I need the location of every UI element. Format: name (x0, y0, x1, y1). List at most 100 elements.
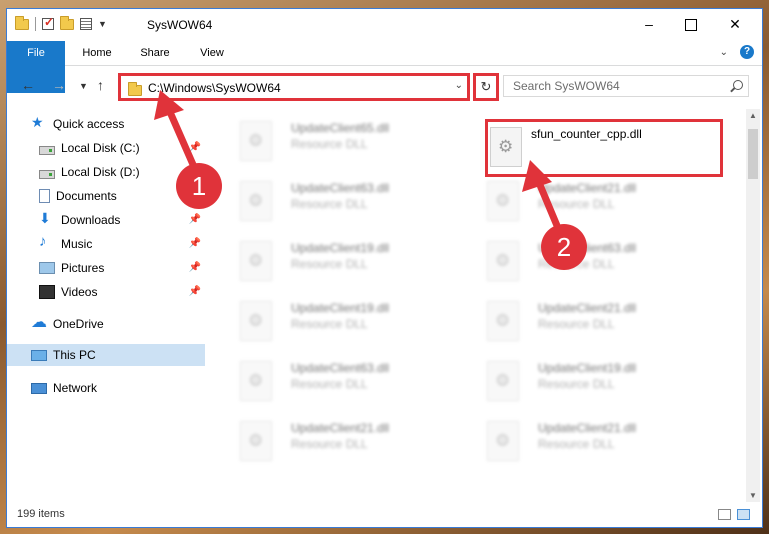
new-folder-icon[interactable] (60, 15, 74, 30)
file-type: Resource DLL (291, 377, 368, 391)
file-type: Resource DLL (538, 317, 615, 331)
address-path: C:\Windows\SysWOW64 (148, 81, 281, 95)
sidebar-item-pictures[interactable]: Pictures 📌 (39, 257, 205, 279)
dll-file-icon (487, 361, 519, 401)
search-icon (733, 80, 743, 90)
callout-badge-1: 1 (176, 163, 222, 209)
chevron-down-icon[interactable]: ▼ (98, 19, 107, 29)
tab-share[interactable]: Share (129, 41, 181, 65)
navigation-pane: Quick access Local Disk (C:) 📌 Local Dis… (7, 109, 207, 395)
file-name: UpdateClient65.dll (291, 121, 390, 135)
pictures-icon (39, 262, 55, 274)
disk-icon (39, 145, 55, 155)
file-type: Resource DLL (538, 377, 615, 391)
address-dropdown-chevron-icon[interactable]: ⌄ (455, 80, 463, 91)
pin-icon[interactable]: 📌 (189, 286, 201, 297)
pin-icon[interactable]: 📌 (189, 214, 201, 225)
sidebar-item-music[interactable]: Music 📌 (39, 233, 205, 255)
up-arrow-icon[interactable]: ↑ (97, 77, 104, 93)
file-type: Resource DLL (538, 437, 615, 451)
file-name: UpdateClient21.dll (538, 421, 637, 435)
file-item[interactable]: UpdateClient63.dll Resource DLL (225, 353, 455, 405)
dll-file-icon (490, 127, 522, 167)
sidebar-item-label: This PC (53, 348, 96, 362)
search-input[interactable]: Search SysWOW64 (503, 75, 749, 97)
file-item[interactable]: UpdateClient19.dll Resource DLL (472, 353, 702, 405)
file-type: Resource DLL (291, 257, 368, 271)
file-item[interactable]: UpdateClient21.dll Resource DLL (225, 413, 455, 465)
file-item[interactable]: UpdateClient63.dll Resource DLL (225, 173, 455, 225)
file-item[interactable]: UpdateClient19.dll Resource DLL (225, 293, 455, 345)
tab-home[interactable]: Home (73, 41, 121, 65)
back-arrow-icon[interactable]: ← (21, 77, 35, 93)
scroll-down-icon[interactable]: ▼ (749, 491, 757, 500)
dll-file-icon (240, 421, 272, 461)
forward-arrow-icon[interactable]: → (52, 77, 66, 93)
sidebar-item-label: Videos (61, 285, 98, 299)
sidebar-item-label: Downloads (61, 213, 121, 227)
maximize-icon (685, 19, 697, 32)
file-name: sfun_counter_cpp.dll (531, 127, 642, 141)
folder-icon[interactable] (15, 15, 29, 30)
ribbon-tabs: File Home Share View ⌄ ? (7, 41, 762, 93)
dll-file-icon (487, 421, 519, 461)
sidebar-item-label: Local Disk (C:) (61, 141, 140, 155)
pin-icon[interactable]: 📌 (189, 142, 201, 153)
large-icons-view-icon[interactable] (737, 509, 750, 520)
sidebar-item-downloads[interactable]: Downloads 📌 (39, 209, 205, 231)
sidebar-item-label: Network (53, 381, 98, 395)
item-count: 199 items (17, 508, 65, 520)
videos-icon (39, 285, 55, 299)
vertical-scrollbar[interactable]: ▲ ▼ (746, 109, 760, 502)
address-bar[interactable]: C:\Windows\SysWOW64 ⌄ (118, 73, 470, 101)
pin-icon[interactable]: 📌 (189, 238, 201, 249)
file-item[interactable]: UpdateClient21.dll Resource DLL (472, 413, 702, 465)
tab-view[interactable]: View (189, 41, 235, 65)
minimize-button[interactable]: – (626, 9, 672, 39)
dll-file-icon (240, 361, 272, 401)
file-item[interactable]: UpdateClient21.dll Resource DLL (472, 293, 702, 345)
close-button[interactable]: ✕ (712, 9, 758, 39)
highlighted-dll-file[interactable]: sfun_counter_cpp.dll (485, 119, 723, 177)
refresh-button[interactable]: ↻ (473, 73, 499, 101)
sidebar-item-quick-access[interactable]: Quick access (31, 113, 205, 135)
file-item[interactable]: UpdateClient63.dll Resource DLL (472, 233, 702, 285)
file-type: Resource DLL (291, 137, 368, 151)
details-view-icon[interactable] (718, 509, 731, 520)
file-type: Resource DLL (291, 437, 368, 451)
sidebar-item-this-pc[interactable]: This PC (7, 344, 205, 366)
file-name: UpdateClient21.dll (538, 301, 637, 315)
sidebar-item-label: Local Disk (D:) (61, 165, 140, 179)
pin-icon[interactable]: 📌 (189, 262, 201, 273)
sidebar-item-local-disk-c[interactable]: Local Disk (C:) 📌 (39, 137, 205, 159)
file-name: UpdateClient21.dll (538, 181, 637, 195)
refresh-icon: ↻ (480, 79, 492, 94)
network-icon (31, 382, 47, 394)
properties-check-icon[interactable] (42, 15, 54, 30)
help-icon[interactable]: ? (740, 45, 754, 59)
expand-ribbon-chevron-icon[interactable]: ⌄ (720, 47, 728, 58)
sidebar-item-label: OneDrive (53, 317, 104, 331)
title-bar: ▼ SysWOW64 – ✕ (7, 9, 762, 41)
sidebar-item-videos[interactable]: Videos 📌 (39, 281, 205, 303)
maximize-button[interactable] (668, 9, 714, 39)
sidebar-item-onedrive[interactable]: OneDrive (31, 312, 205, 335)
file-name: UpdateClient19.dll (291, 241, 390, 255)
file-type: Resource DLL (291, 197, 368, 211)
file-item[interactable]: UpdateClient21.dll Resource DLL (472, 173, 702, 225)
customize-list-icon[interactable] (80, 18, 92, 30)
file-type: Resource DLL (538, 197, 615, 211)
status-bar: 199 items (7, 503, 762, 527)
folder-icon (128, 82, 142, 96)
file-name: UpdateClient19.dll (538, 361, 637, 375)
sidebar-item-network[interactable]: Network (31, 377, 205, 399)
documents-icon (39, 189, 50, 203)
scroll-up-icon[interactable]: ▲ (749, 111, 757, 120)
recent-locations-chevron-icon[interactable]: ▼ (79, 81, 88, 91)
window-title: SysWOW64 (147, 18, 213, 32)
file-item[interactable]: UpdateClient19.dll Resource DLL (225, 233, 455, 285)
scrollbar-thumb[interactable] (748, 129, 758, 179)
sidebar-item-label: Pictures (61, 261, 105, 275)
file-item[interactable]: UpdateClient65.dll Resource DLL (225, 113, 455, 165)
dll-file-icon (240, 241, 272, 281)
